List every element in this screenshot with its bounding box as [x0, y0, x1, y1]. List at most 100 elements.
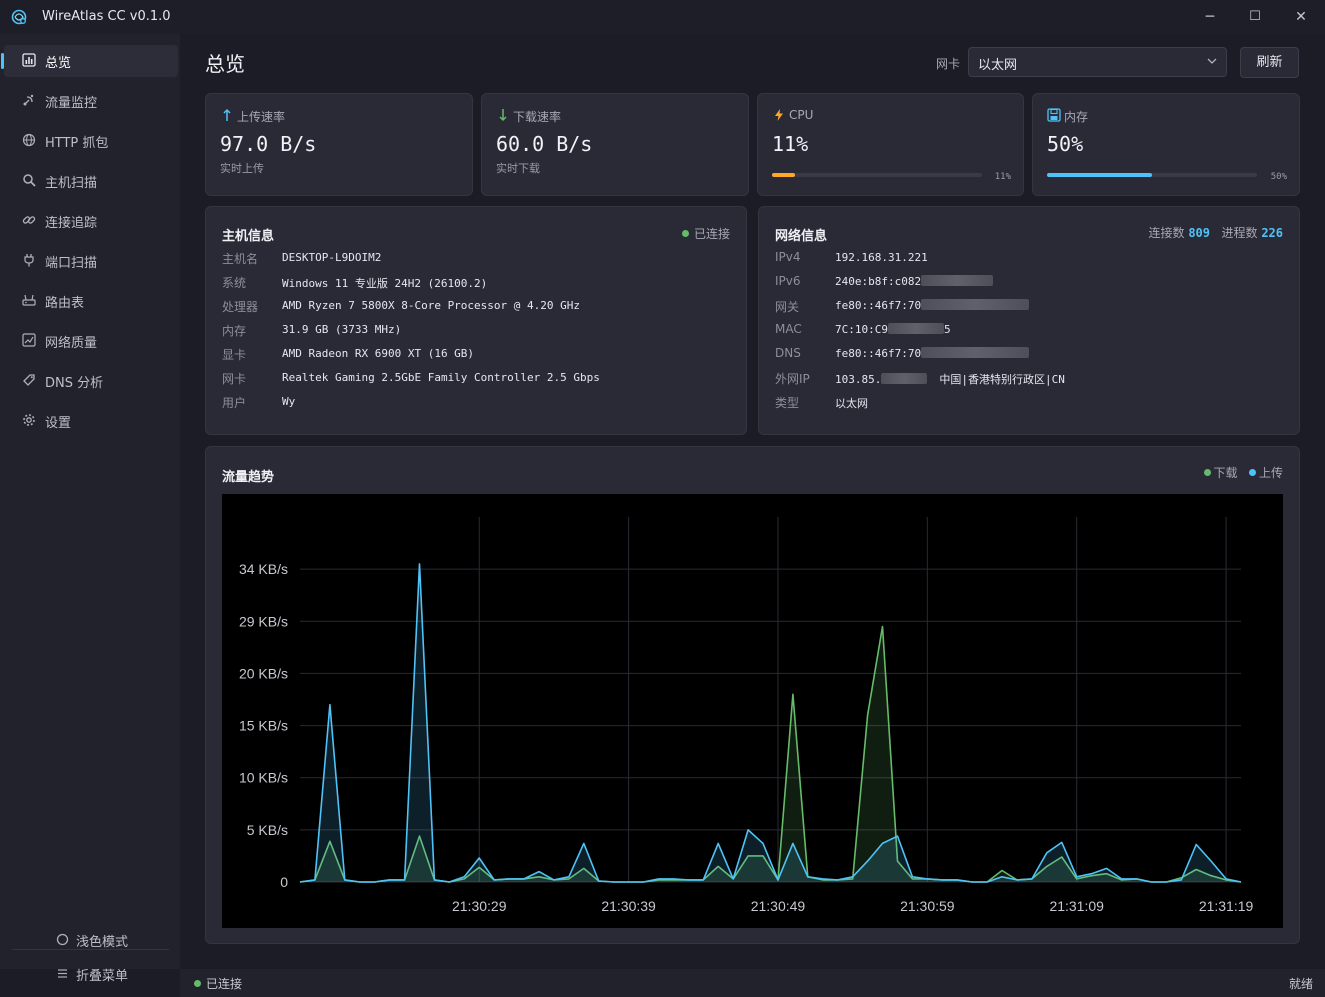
info-key: 内存 [222, 324, 247, 338]
download-rate-card: 下载速率 60.0 B/s 实时下载 [481, 93, 749, 196]
collapse-menu-button[interactable]: 折叠菜单 [56, 963, 156, 985]
sidebar-item-label: 连接追踪 [45, 216, 98, 231]
host-info-title: 主机信息 [222, 229, 275, 244]
nic-select[interactable]: 以太网 [968, 47, 1227, 77]
download-rate-value: 60.0 B/s [496, 132, 593, 156]
redacted-mask [887, 323, 944, 334]
sidebar-item-dns-analysis[interactable]: DNS 分析 [4, 365, 178, 397]
info-value: 192.168.31.221 [835, 251, 928, 264]
nic-label: 网卡 [936, 57, 961, 71]
sidebar-item-label: 总览 [45, 56, 72, 71]
legend-download: 下载 [1213, 466, 1238, 480]
y-tick-label: 0 [280, 874, 288, 890]
close-button[interactable]: ✕ [1292, 8, 1310, 26]
info-value: fe80::46f7:70 [835, 347, 1030, 360]
menu-icon [58, 969, 67, 978]
x-tick-label: 21:30:59 [900, 898, 955, 914]
info-value-text: fe80::46f7:70 [835, 347, 922, 360]
sidebar-item-label: HTTP 抓包 [45, 136, 109, 151]
sidebar-item-network-quality[interactable]: 网络质量 [4, 325, 178, 357]
legend-dot-icon [1203, 469, 1211, 476]
sidebar-item-label: 主机扫描 [45, 176, 98, 191]
sidebar-item-host-scan[interactable]: 主机扫描 [4, 165, 178, 197]
network-counts: 连接数 809 进程数 226 [1148, 224, 1283, 241]
host-connection-status-label: 已连接 [693, 227, 730, 241]
x-tick-label: 21:30:39 [601, 898, 656, 914]
network-info-card: 网络信息 连接数 809 进程数 226 IPv4 192.168.31.221 … [758, 206, 1300, 435]
download-rate-title: 下载速率 [513, 110, 562, 124]
host-info-card: 主机信息 已连接 主机名 DESKTOP-L9DOIM2 系统 Windows 11… [205, 206, 747, 435]
info-key: 显卡 [222, 348, 247, 362]
router-icon [22, 294, 36, 306]
info-value: AMD Ryzen 7 5800X 8-Core Processor @ 4.2… [282, 299, 581, 312]
x-tick-label: 21:30:49 [751, 898, 806, 914]
legend-dot-icon [1248, 469, 1256, 476]
refresh-button[interactable]: 刷新 [1240, 47, 1299, 78]
gear-icon [23, 414, 35, 426]
upload-rate-value: 97.0 B/s [220, 132, 317, 156]
lightning-icon [775, 109, 783, 121]
info-key: 类型 [775, 396, 800, 410]
network-info-title: 网络信息 [775, 229, 828, 244]
processes-label: 进程数 [1221, 226, 1258, 240]
memory-value: 50% [1047, 132, 1084, 156]
x-tick-label: 21:31:09 [1049, 898, 1104, 914]
info-key: 用户 [222, 396, 247, 410]
info-key: 系统 [222, 276, 247, 290]
traffic-chart: 0 5 KB/s 10 KB/s 15 KB/s 20 KB/s 29 KB/s 34 KB… [222, 494, 1283, 928]
info-key: 网卡 [222, 372, 247, 386]
page-title: 总览 [205, 52, 245, 76]
info-key: DNS [775, 346, 801, 360]
redacted-mask [921, 299, 1030, 310]
maximize-button[interactable]: ☐ [1246, 8, 1264, 26]
x-tick-label: 21:31:19 [1199, 898, 1254, 914]
sidebar-item-route-table[interactable]: 路由表 [4, 285, 178, 317]
x-tick-label: 21:30:29 [452, 898, 507, 914]
minimize-button[interactable]: ─ [1201, 8, 1219, 26]
connections-label: 连接数 [1148, 226, 1185, 240]
info-key: 处理器 [222, 300, 259, 314]
app-logo-icon [11, 9, 27, 25]
sidebar-item-label: 路由表 [45, 296, 85, 311]
connections-count: 809 [1188, 226, 1211, 240]
sidebar-item-http-capture[interactable]: HTTP 抓包 [4, 125, 178, 157]
upload-rate-card: 上传速率 97.0 B/s 实时上传 [205, 93, 473, 196]
sidebar-item-overview[interactable]: 总览 [1, 45, 178, 77]
sidebar-item-port-scan[interactable]: 端口扫描 [4, 245, 178, 277]
status-dot-icon [681, 230, 689, 237]
cpu-title: CPU [789, 108, 814, 122]
sidebar-item-settings[interactable]: 设置 [4, 405, 178, 437]
tag-icon [23, 374, 35, 386]
chart-legend: 下载 上传 [1203, 464, 1283, 481]
sidebar-item-label: 端口扫描 [45, 256, 98, 271]
info-key: 外网IP [775, 372, 810, 386]
processes-count: 226 [1261, 226, 1283, 240]
sidebar-item-label: 设置 [45, 416, 72, 431]
y-tick-label: 34 KB/s [239, 561, 288, 577]
cpu-progress-fill [772, 173, 796, 177]
y-tick-label: 15 KB/s [239, 718, 288, 734]
memory-card: 内存 50% 50% [1032, 93, 1300, 196]
info-value: 103.85. 中国|香港特别行政区|CN [835, 371, 1065, 387]
arrow-up-icon [223, 108, 231, 121]
sidebar-item-label: 网络质量 [45, 336, 98, 351]
active-indicator [1, 53, 4, 69]
satellite-icon [23, 94, 34, 106]
info-value-text: 103.85. [835, 373, 882, 386]
info-key: 网关 [775, 300, 800, 314]
chevron-down-icon [1207, 58, 1217, 64]
memory-progress-fill [1047, 173, 1152, 177]
floppy-icon [1047, 108, 1061, 122]
info-value: DESKTOP-L9DOIM2 [282, 251, 382, 264]
cpu-progress-track [772, 173, 982, 177]
link-icon [22, 216, 36, 224]
sidebar-item-traffic-monitor[interactable]: 流量监控 [4, 85, 178, 117]
light-mode-label: 浅色模式 [76, 935, 129, 950]
cpu-value: 11% [772, 132, 809, 156]
status-bar: 已连接 就绪 [180, 969, 1325, 997]
light-mode-toggle[interactable]: 浅色模式 [56, 929, 156, 951]
info-value-text: 240e:b8f:c082 [835, 275, 922, 288]
sidebar-item-connection-tracking[interactable]: 连接追踪 [4, 205, 178, 237]
traffic-trend-title: 流量趋势 [222, 470, 275, 485]
info-value: Wy [282, 395, 296, 408]
